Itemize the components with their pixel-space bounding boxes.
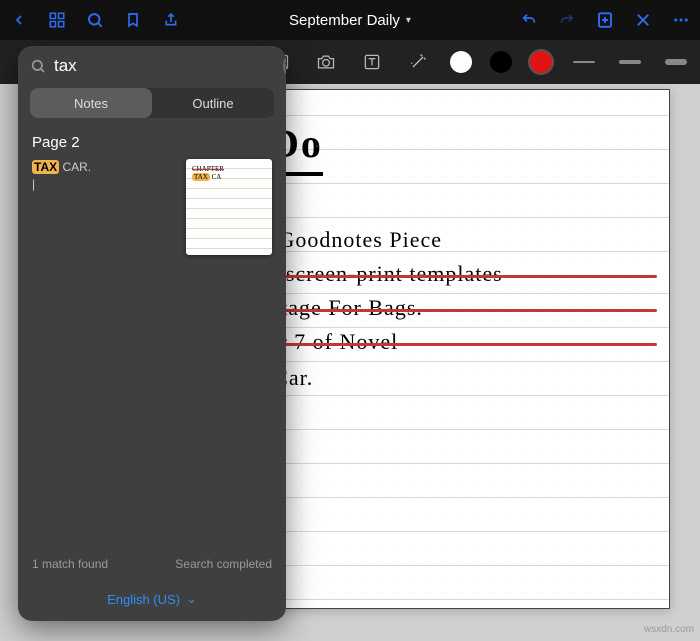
magic-tool-icon[interactable]	[404, 48, 432, 76]
color-white[interactable]	[450, 51, 472, 73]
share-icon[interactable]	[158, 7, 184, 33]
language-picker[interactable]: English (US) ⌄	[18, 581, 286, 621]
more-icon[interactable]	[668, 7, 694, 33]
text-tool-icon[interactable]	[358, 48, 386, 76]
back-icon[interactable]	[6, 7, 32, 33]
result-snippet: TAX CAR.|	[32, 159, 174, 255]
chevron-down-icon: ▾	[406, 15, 411, 26]
color-black[interactable]	[490, 51, 512, 73]
camera-tool-icon[interactable]	[312, 48, 340, 76]
search-row: ✕	[18, 46, 286, 82]
title-bar: September Daily ▾	[0, 0, 700, 40]
result-thumbnail[interactable]: CHAPTER TAX CA	[186, 159, 272, 255]
search-icon[interactable]	[82, 7, 108, 33]
clear-search-button[interactable]: ✕	[283, 57, 286, 75]
chevron-down-icon: ⌄	[186, 591, 197, 607]
segmented-control: Notes Outline	[30, 88, 274, 118]
close-icon[interactable]	[630, 7, 656, 33]
document-title[interactable]: September Daily ▾	[196, 12, 504, 29]
tab-outline[interactable]: Outline	[152, 88, 274, 118]
stroke-thick-icon[interactable]	[662, 48, 690, 76]
stroke-med-icon[interactable]	[616, 48, 644, 76]
search-status: Search completed	[175, 557, 272, 571]
search-glyph-icon	[30, 58, 46, 74]
search-result[interactable]: TAX CAR.| CHAPTER TAX CA	[18, 159, 286, 255]
match-count: 1 match found	[32, 557, 108, 571]
search-status-row: 1 match found Search completed	[18, 547, 286, 581]
bookmark-icon[interactable]	[120, 7, 146, 33]
document-title-text: September Daily	[289, 12, 400, 29]
thumbnails-icon[interactable]	[44, 7, 70, 33]
redo-icon[interactable]	[554, 7, 580, 33]
stroke-thin-icon[interactable]	[570, 48, 598, 76]
search-input[interactable]	[54, 56, 275, 76]
result-page-label[interactable]: Page 2	[18, 128, 286, 159]
undo-icon[interactable]	[516, 7, 542, 33]
color-red[interactable]	[530, 51, 552, 73]
watermark: wsxdn.com	[644, 624, 694, 635]
search-panel: ✕ Notes Outline Page 2 TAX CAR.| CHAPTER…	[18, 46, 286, 621]
add-page-icon[interactable]	[592, 7, 618, 33]
tab-notes[interactable]: Notes	[30, 88, 152, 118]
